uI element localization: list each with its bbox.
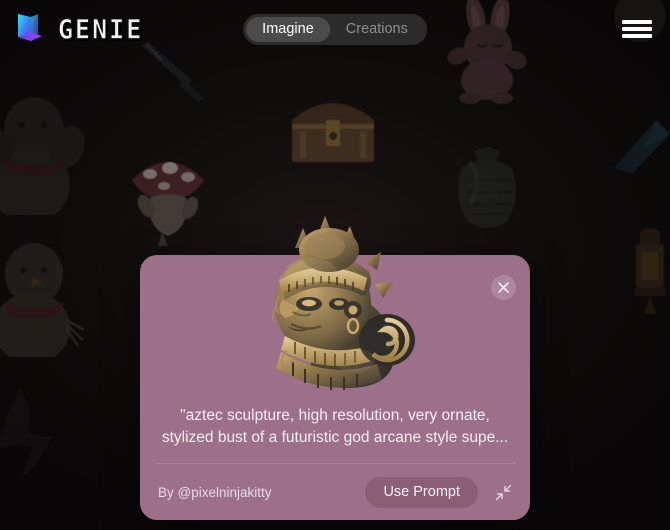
grenade-asset <box>450 140 525 240</box>
collapse-glyph <box>495 484 511 500</box>
collapse-diagonal-arrows-icon[interactable] <box>490 479 516 505</box>
lantern-asset <box>624 226 670 316</box>
menu-bar-2 <box>622 27 652 31</box>
genie-app-window: GENIE Imagine Creations "aztec sculpture… <box>0 0 670 530</box>
tab-imagine[interactable]: Imagine <box>246 17 330 42</box>
brand-wordmark: GENIE <box>58 13 144 45</box>
menu-bar-1 <box>622 20 652 24</box>
crystal-shard-asset <box>604 116 670 186</box>
close-icon[interactable] <box>491 275 516 300</box>
prompt-line-1: "aztec sculpture, high resolution, very … <box>180 407 490 424</box>
treasure-chest-asset <box>286 86 381 171</box>
prompt-author: By @pixelninjakitty <box>158 484 272 500</box>
mushroom-asset <box>128 146 208 251</box>
prompt-detail-card: "aztec sculpture, high resolution, very … <box>140 216 530 520</box>
close-x-glyph <box>498 282 509 293</box>
brand[interactable]: GENIE <box>12 11 143 47</box>
shark-fin-asset <box>0 386 64 486</box>
snowman-asset-2 <box>0 232 93 357</box>
prompt-line-2: stylized bust of a futuristic god arcane… <box>161 429 509 446</box>
view-mode-toggle[interactable]: Imagine Creations <box>243 14 427 45</box>
snowman-asset <box>0 85 92 215</box>
menu-bar-3 <box>622 34 652 38</box>
tab-creations[interactable]: Creations <box>330 17 424 42</box>
app-header: GENIE Imagine Creations <box>0 0 670 58</box>
card-footer: By @pixelninjakitty Use Prompt <box>140 464 530 520</box>
hamburger-menu-icon[interactable] <box>622 16 652 42</box>
genie-logo-gradient-mark <box>18 14 42 41</box>
use-prompt-button[interactable]: Use Prompt <box>365 476 478 508</box>
prompt-text: "aztec sculpture, high resolution, very … <box>160 405 510 449</box>
